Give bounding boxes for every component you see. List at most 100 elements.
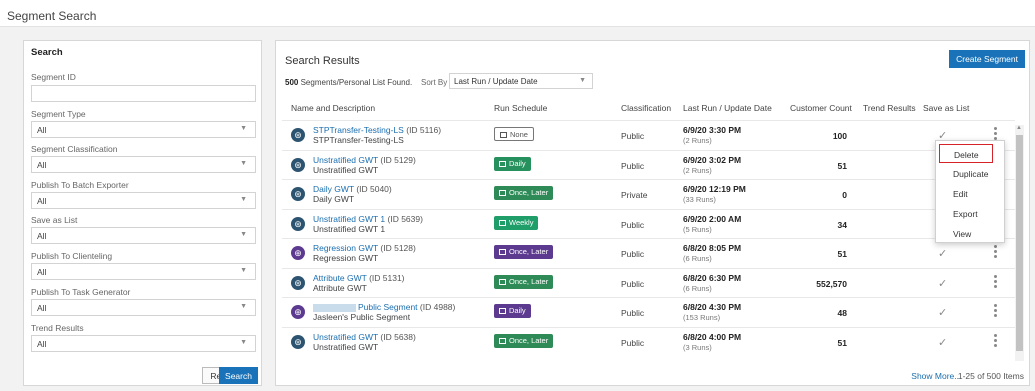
col-customer-count[interactable]: Customer Count (790, 103, 852, 113)
segment-id: (ID 5040) (356, 184, 392, 194)
run-schedule-label: Once, Later (509, 247, 549, 256)
last-run-date: 6/9/20 3:30 PM (683, 125, 742, 135)
checkmark-icon: ✓ (938, 248, 948, 260)
segment-name[interactable]: Daily GWT (313, 184, 354, 194)
save-as-list-select[interactable]: All ▼ (31, 227, 256, 244)
segment-type-select[interactable]: All ▼ (31, 121, 256, 138)
segment-id: (ID 5128) (380, 243, 416, 253)
table-row[interactable]: ⊛ Daily GWT (ID 5040) Daily GWT Once, Later… (282, 179, 1015, 208)
segment-classification-select[interactable]: All ▼ (31, 156, 256, 173)
more-actions-icon[interactable] (992, 304, 998, 319)
trend-results-select[interactable]: All ▼ (31, 335, 256, 352)
more-actions-icon[interactable] (992, 333, 998, 349)
col-trend[interactable]: Trend Results (863, 103, 916, 113)
menu-export[interactable]: Export (936, 204, 1006, 223)
found-count: 500 (285, 78, 299, 87)
search-button[interactable]: Search (219, 367, 258, 384)
table-row[interactable]: ⊛ Unstratified GWT (ID 5638) Unstratified … (282, 326, 1015, 356)
show-more-link[interactable]: Show More.. (911, 371, 959, 381)
table-row[interactable]: ⊛ Unstratified GWT (ID 5129) Unstratified … (282, 149, 1015, 179)
classification: Public (621, 308, 645, 318)
segment-name-link[interactable]: Public Segment (ID 4988) (313, 302, 455, 312)
customer-count: 51 (837, 160, 847, 171)
table-row[interactable]: ⊕ Public Segment (ID 4988) Jasleen's Publi… (282, 297, 1015, 326)
table-row[interactable]: ⊕ Regression GWT (ID 5128) Regression GWT O… (282, 238, 1015, 267)
customer-count: 51 (837, 337, 847, 348)
table-row[interactable]: ⊛ Attribute GWT (ID 5131) Attribute GWT Onc… (282, 267, 1015, 297)
trend-results-value: All (37, 339, 47, 349)
run-schedule-label: Once, Later (509, 335, 549, 345)
segment-name-link[interactable]: Unstratified GWT (ID 5638) (313, 332, 416, 342)
chevron-down-icon: ▼ (240, 196, 247, 203)
segment-id: (ID 5129) (380, 154, 416, 165)
batch-exporter-select[interactable]: All ▼ (31, 192, 256, 209)
create-segment-button[interactable]: Create Segment (949, 50, 1025, 68)
results-panel: Search Results Create Segment 500 Segmen… (275, 40, 1030, 386)
run-count: (6 Runs) (683, 254, 712, 263)
results-scrollbar[interactable]: ▲ (1015, 125, 1024, 361)
segment-name[interactable]: Unstratified GWT (313, 332, 378, 342)
run-schedule-badge: Weekly (494, 215, 539, 230)
table-row[interactable]: ⊛ STPTransfer-Testing-LS (ID 5116) STPTran… (282, 120, 1015, 149)
sort-label: Sort By (421, 78, 448, 87)
segment-name-link[interactable]: STPTransfer-Testing-LS (ID 5116) (313, 125, 441, 135)
segment-type-label: Segment Type (31, 109, 86, 119)
calendar-icon (499, 219, 506, 226)
segment-name[interactable]: Regression GWT (313, 243, 378, 253)
segment-id-label: Segment ID (31, 72, 76, 82)
chevron-down-icon: ▼ (240, 231, 247, 238)
menu-delete[interactable]: Delete (939, 144, 993, 163)
segment-name[interactable]: Public Segment (358, 302, 418, 312)
task-generator-label: Publish To Task Generator (31, 287, 131, 297)
classification: Public (621, 278, 645, 289)
classification: Public (621, 160, 645, 171)
segment-id: (ID 5116) (406, 125, 442, 135)
segment-name-link[interactable]: Daily GWT (ID 5040) (313, 184, 392, 194)
segment-name-link[interactable]: Attribute GWT (ID 5131) (313, 273, 405, 283)
segment-type-icon: ⊛ (291, 334, 305, 349)
segment-id-input[interactable] (31, 85, 256, 102)
table-row[interactable]: ⊛ Unstratified GWT 1 (ID 5639) Unstratifie… (282, 208, 1015, 238)
scroll-up-icon[interactable]: ▲ (1016, 125, 1022, 131)
segment-id: (ID 5131) (369, 272, 405, 283)
menu-view[interactable]: View (936, 224, 1006, 243)
scrollbar-thumb[interactable] (1016, 135, 1023, 351)
segment-type-value: All (37, 125, 47, 135)
results-title: Search Results (285, 55, 360, 67)
run-count: (153 Runs) (683, 313, 721, 322)
col-last-run[interactable]: Last Run / Update Date (683, 103, 772, 113)
clienteling-select[interactable]: All ▼ (31, 263, 256, 280)
chevron-down-icon: ▼ (240, 339, 247, 346)
segment-name[interactable]: Attribute GWT (313, 273, 367, 283)
menu-duplicate[interactable]: Duplicate (936, 164, 1006, 183)
task-generator-select[interactable]: All ▼ (31, 299, 256, 316)
run-schedule-label: Once, Later (509, 188, 549, 197)
col-schedule[interactable]: Run Schedule (494, 103, 547, 113)
col-classification[interactable]: Classification (621, 103, 671, 113)
segment-name-link[interactable]: Unstratified GWT (ID 5129) (313, 155, 416, 165)
segment-id: (ID 4988) (419, 302, 456, 312)
batch-exporter-label: Publish To Batch Exporter (31, 180, 129, 190)
save-as-list-value: All (37, 231, 47, 241)
menu-edit[interactable]: Edit (936, 184, 1006, 203)
checkmark-icon: ✓ (938, 336, 948, 349)
segment-name[interactable]: STPTransfer-Testing-LS (313, 125, 404, 135)
sort-select[interactable]: Last Run / Update Date ▼ (449, 73, 593, 89)
segment-name[interactable]: Unstratified GWT 1 (313, 214, 385, 224)
row-context-menu: Delete Duplicate Edit Export View (935, 140, 1005, 243)
chevron-down-icon: ▼ (579, 77, 586, 84)
run-schedule-badge: Daily (494, 156, 531, 171)
col-save-list[interactable]: Save as List (923, 103, 969, 113)
col-name[interactable]: Name and Description (291, 103, 375, 113)
chevron-down-icon: ▼ (240, 125, 247, 132)
run-count: (5 Runs) (683, 224, 712, 234)
segment-name-link[interactable]: Unstratified GWT 1 (ID 5639) (313, 214, 423, 224)
more-actions-icon[interactable] (992, 245, 998, 260)
customer-count: 34 (837, 219, 847, 230)
segment-name-link[interactable]: Regression GWT (ID 5128) (313, 243, 416, 253)
classification: Public (621, 219, 645, 230)
last-run-date: 6/8/20 6:30 PM (683, 272, 742, 283)
more-actions-icon[interactable] (992, 274, 998, 290)
customer-count: 51 (837, 249, 847, 259)
segment-name[interactable]: Unstratified GWT (313, 155, 378, 165)
